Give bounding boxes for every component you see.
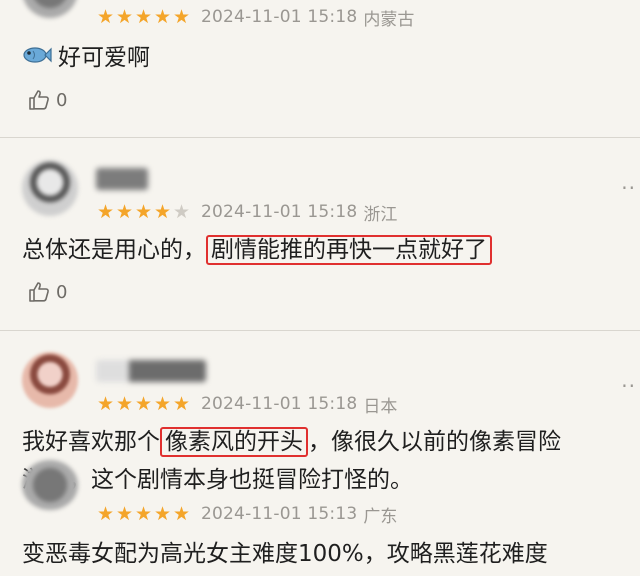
review-text-suffix: ，像很久以前的像素冒险: [308, 429, 561, 455]
review-text-prefix: 我好喜欢那个: [22, 429, 160, 455]
review-date: 2024-11-01 15:18: [201, 394, 358, 414]
review-meta: ★ ★ ★ ★ ★ 2024-11-01 15:18 浙江: [96, 200, 398, 225]
avatar[interactable]: [22, 352, 78, 408]
star-rating: ★ ★ ★ ★ ★: [96, 394, 191, 414]
like-count: 0: [56, 281, 68, 303]
avatar[interactable]: [22, 160, 78, 216]
star-filled-icon: ★: [172, 503, 191, 525]
star-filled-icon: ★: [153, 503, 172, 525]
star-rating: ★ ★ ★ ★ ★: [96, 504, 191, 524]
username[interactable]: [96, 168, 148, 190]
review-text-content: 好可爱啊: [58, 45, 150, 71]
review-region: 浙江: [363, 204, 398, 225]
star-rating: ★ ★ ★ ★ ★: [96, 7, 191, 27]
review-meta: ★ ★ ★ ★ ★ 2024-11-01 15:13 广东: [96, 502, 398, 527]
fish-emoji-icon: [22, 41, 52, 77]
review-region: 日本: [363, 396, 398, 417]
review-meta: ★ ★ ★ ★ ★ 2024-11-01 15:18 日本: [96, 392, 398, 417]
like-button[interactable]: 0: [28, 88, 67, 112]
star-rating: ★ ★ ★ ★ ★: [96, 202, 191, 222]
review-text: 总体还是用心的， 剧情能推的再快一点就好了: [22, 232, 492, 268]
star-filled-icon: ★: [172, 6, 191, 28]
avatar[interactable]: [22, 460, 78, 510]
more-options-icon[interactable]: ··: [621, 374, 636, 398]
thumbs-up-icon: [29, 90, 49, 110]
review-date: 2024-11-01 15:18: [201, 202, 358, 222]
review-date: 2024-11-01 15:13: [201, 504, 358, 524]
review-date: 2024-11-01 15:18: [201, 7, 358, 27]
star-filled-icon: ★: [153, 201, 172, 223]
divider: [0, 137, 640, 138]
review-meta: ★ ★ ★ ★ ★ 2024-11-01 15:18 内蒙古: [96, 5, 415, 30]
star-filled-icon: ★: [96, 6, 115, 28]
star-filled-icon: ★: [172, 393, 191, 415]
review-text: 好可爱啊: [22, 40, 150, 77]
review-text: 我好喜欢那个 像素风的开头 ，像很久以前的像素冒险: [22, 424, 561, 460]
star-filled-icon: ★: [134, 393, 153, 415]
highlighted-text: 像素风的开头: [160, 427, 308, 457]
review-region: 广东: [363, 506, 398, 527]
review-text-line2: 游戏，这个剧情本身也挺冒险打怪的。: [22, 467, 413, 493]
star-filled-icon: ★: [153, 393, 172, 415]
more-options-icon[interactable]: ··: [621, 176, 636, 200]
star-empty-icon: ★: [172, 201, 191, 223]
star-filled-icon: ★: [96, 201, 115, 223]
star-filled-icon: ★: [96, 503, 115, 525]
star-filled-icon: ★: [115, 393, 134, 415]
divider: [0, 330, 640, 331]
star-filled-icon: ★: [115, 503, 134, 525]
thumbs-up-icon: [29, 282, 49, 302]
username[interactable]: [96, 360, 206, 382]
star-filled-icon: ★: [134, 201, 153, 223]
highlighted-text: 剧情能推的再快一点就好了: [206, 235, 492, 265]
star-filled-icon: ★: [134, 503, 153, 525]
review-text-prefix: 总体还是用心的，: [22, 237, 206, 263]
star-filled-icon: ★: [115, 201, 134, 223]
star-filled-icon: ★: [115, 6, 134, 28]
star-filled-icon: ★: [153, 6, 172, 28]
star-filled-icon: ★: [134, 6, 153, 28]
like-count: 0: [56, 89, 68, 111]
like-button[interactable]: 0: [28, 280, 67, 304]
review-text: 变恶毒女配为高光女主难度100%，攻略黑莲花难度: [22, 541, 548, 567]
star-filled-icon: ★: [96, 393, 115, 415]
review-region: 内蒙古: [363, 9, 415, 30]
avatar[interactable]: [22, 0, 78, 18]
